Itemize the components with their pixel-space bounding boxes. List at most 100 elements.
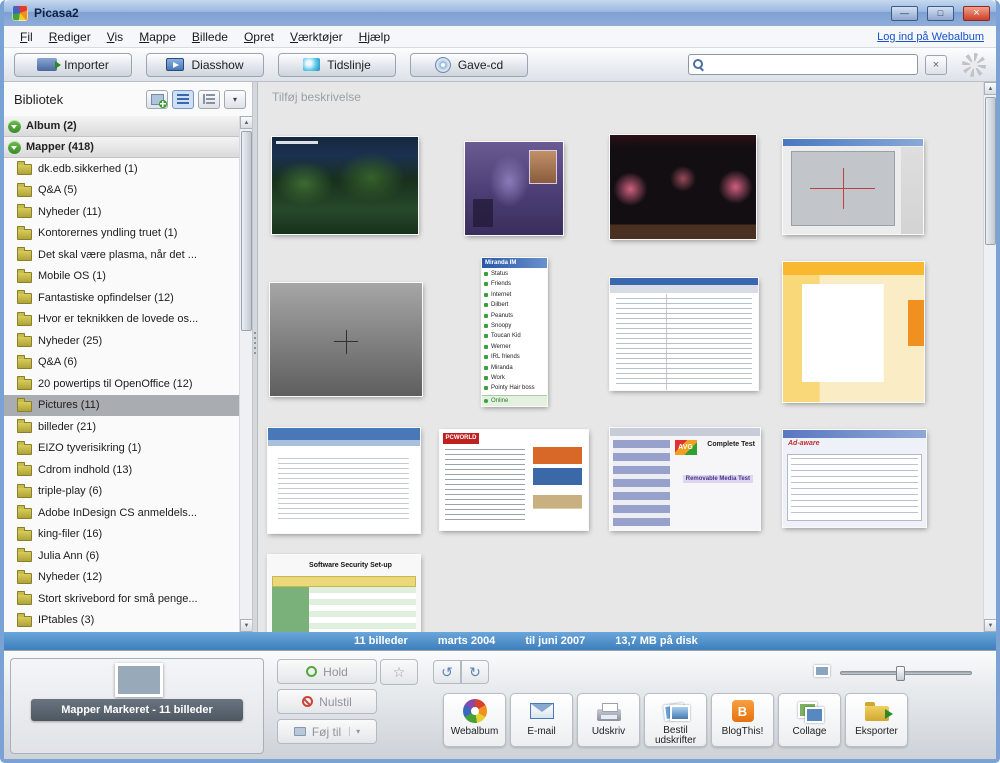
sidebar-folder-item[interactable]: Adobe InDesign CS anmeldels...: [4, 502, 239, 524]
sidebar-folder-item[interactable]: Q&A (6): [4, 352, 239, 374]
sidebar-folder-item[interactable]: Stort skrivebord for små penge...: [4, 588, 239, 610]
thumbnail-miranda-im[interactable]: Miranda IM Status Friends Internet Dilbe…: [482, 258, 547, 406]
sidebar-folder-item[interactable]: Kontorernes yndling truet (1): [4, 223, 239, 245]
gift-cd-icon: [435, 57, 451, 73]
clear-search-button[interactable]: ×: [925, 55, 947, 75]
close-button[interactable]: ×: [963, 6, 990, 21]
sidebar-folder-item[interactable]: Fantastiske opfindelser (12): [4, 287, 239, 309]
sidebar-folder-item[interactable]: billeder (21): [4, 416, 239, 438]
menu-item-vis[interactable]: Vis: [99, 28, 131, 46]
bottom-tray: Mapper Markeret - 11 billeder Hold Nulst…: [4, 650, 996, 759]
sidebar-folder-item[interactable]: Nyheder (12): [4, 567, 239, 589]
gift-cd-button[interactable]: Gave-cd: [410, 53, 528, 77]
collapse-albums-icon[interactable]: [8, 120, 21, 133]
blogthis-button[interactable]: B BlogThis!: [711, 693, 774, 747]
caption-field[interactable]: Tilføj beskrivelse: [272, 90, 361, 104]
thumbnail-pcworld-page[interactable]: PCWORLD: [440, 430, 588, 530]
collage-button[interactable]: Collage: [778, 693, 841, 747]
webalbum-login-link[interactable]: Log ind på Webalbum: [877, 31, 988, 43]
window-title: Picasa2: [34, 6, 882, 20]
menu-item-billede[interactable]: Billede: [184, 28, 236, 46]
sidebar-folder-item[interactable]: EIZO tyverisikring (1): [4, 438, 239, 460]
collapse-folders-icon[interactable]: [8, 141, 21, 154]
menu-item-vaerktojer[interactable]: Værktøjer: [282, 28, 351, 46]
thumbnail-game-forest[interactable]: [272, 137, 418, 234]
sidebar-scrollbar[interactable]: ▲ ▼: [239, 116, 252, 632]
scroll-up-icon[interactable]: ▲: [240, 116, 252, 129]
reset-label: Nulstil: [319, 695, 352, 709]
menu-item-mappe[interactable]: Mappe: [131, 28, 184, 46]
sidebar-folder-item[interactable]: Julia Ann (6): [4, 545, 239, 567]
email-button[interactable]: E-mail: [510, 693, 573, 747]
import-button[interactable]: Importer: [14, 53, 132, 77]
scroll-up-icon[interactable]: ▲: [984, 82, 996, 95]
library-sidebar: Bibliotek ▾ Album (2) Mapper (418) dk.ed…: [4, 82, 252, 632]
rotate-right-button[interactable]: ↻: [461, 660, 489, 684]
sidebar-folder-item[interactable]: Mobile OS (1): [4, 266, 239, 288]
sidebar-folder-item[interactable]: dk.edb.sikkerhed (1): [4, 158, 239, 180]
tree-view-button[interactable]: [198, 90, 220, 109]
folders-section-header[interactable]: Mapper (418): [4, 137, 239, 158]
sort-dropdown-button[interactable]: ▾: [224, 90, 246, 109]
thumbnail-3d-app[interactable]: [783, 139, 923, 234]
rotate-left-button[interactable]: ↺: [433, 660, 461, 684]
miranda-item: Work: [482, 373, 547, 383]
order-prints-button[interactable]: Bestil udskrifter: [644, 693, 707, 747]
thumbnail-mail-client[interactable]: [610, 278, 758, 390]
scrollbar-thumb[interactable]: [985, 97, 996, 245]
webalbum-button[interactable]: Webalbum: [443, 693, 506, 747]
star-button[interactable]: ☆: [380, 659, 418, 685]
menu-item-rediger[interactable]: Rediger: [41, 28, 99, 46]
sidebar-folder-item[interactable]: 20 powertips til OpenOffice (12): [4, 373, 239, 395]
export-button[interactable]: Eksporter: [845, 693, 908, 747]
sidebar-folder-item[interactable]: king-filer (16): [4, 524, 239, 546]
hold-button[interactable]: Hold: [277, 659, 377, 684]
zoom-slider[interactable]: [840, 671, 972, 675]
search-input[interactable]: [708, 59, 913, 71]
menu-item-fil[interactable]: Fil: [12, 28, 41, 46]
thumbnail-security-setup[interactable]: Software Security Set-up: [268, 555, 420, 632]
sidebar-folder-item[interactable]: Hvor er teknikken de lovede os...: [4, 309, 239, 331]
thumbnail-orange-website[interactable]: [783, 262, 924, 402]
add-to-button[interactable]: Føj til ▾: [277, 719, 377, 744]
search-area: ×: [688, 53, 986, 77]
thumbnail-avg-test[interactable]: AVG Complete Test Removable Media Test: [610, 428, 760, 530]
menu-item-hjaelp[interactable]: Hjælp: [351, 28, 398, 46]
chevron-down-icon[interactable]: ▾: [349, 727, 360, 736]
thumbnail-game-dungeon[interactable]: [465, 142, 563, 235]
sidebar-folder-item[interactable]: Det skal være plasma, når det ...: [4, 244, 239, 266]
sidebar-folder-item[interactable]: Q&A (5): [4, 180, 239, 202]
miranda-item: Miranda: [482, 363, 547, 373]
maximize-button[interactable]: □: [927, 6, 954, 21]
main-scrollbar[interactable]: ▲ ▼: [983, 82, 996, 632]
thumbnail-3d-viewport[interactable]: [270, 283, 422, 396]
new-album-button[interactable]: [146, 90, 168, 109]
sidebar-folder-item[interactable]: triple-play (6): [4, 481, 239, 503]
sidebar-folder-item[interactable]: Nyheder (11): [4, 201, 239, 223]
reset-button[interactable]: Nulstil: [277, 689, 377, 714]
scroll-down-icon[interactable]: ▼: [984, 619, 996, 632]
titlebar[interactable]: Picasa2 — □ ×: [4, 0, 996, 26]
scroll-down-icon[interactable]: ▼: [240, 619, 252, 632]
scrollbar-thumb[interactable]: [241, 131, 252, 331]
gift-cd-label: Gave-cd: [458, 58, 503, 72]
sidebar-folder-item[interactable]: IPtables (3): [4, 610, 239, 632]
print-button[interactable]: Udskriv: [577, 693, 640, 747]
sidebar-folder-item[interactable]: Cdrom indhold (13): [4, 459, 239, 481]
folder-icon: [17, 272, 32, 283]
thumbnail-webpage[interactable]: [268, 428, 420, 533]
menu-item-opret[interactable]: Opret: [236, 28, 282, 46]
sidebar-folder-item[interactable]: Nyheder (25): [4, 330, 239, 352]
thumbnail-stage-scene[interactable]: [610, 135, 756, 239]
thumbnail-adaware[interactable]: Ad-aware: [783, 430, 926, 527]
status-bar: 11 billeder marts 2004 til juni 2007 13,…: [4, 632, 996, 650]
albums-section-header[interactable]: Album (2): [4, 116, 239, 137]
timeline-button[interactable]: Tidslinje: [278, 53, 396, 77]
zoom-slider-thumb[interactable]: [896, 666, 905, 681]
sidebar-folder-pictures[interactable]: Pictures (11): [4, 395, 239, 417]
minimize-button[interactable]: —: [891, 6, 918, 21]
slideshow-button[interactable]: Diasshow: [146, 53, 264, 77]
avg-subtitle: Removable Media Test: [683, 475, 753, 483]
flat-view-button[interactable]: [172, 90, 194, 109]
selection-thumbnail[interactable]: [115, 663, 163, 697]
